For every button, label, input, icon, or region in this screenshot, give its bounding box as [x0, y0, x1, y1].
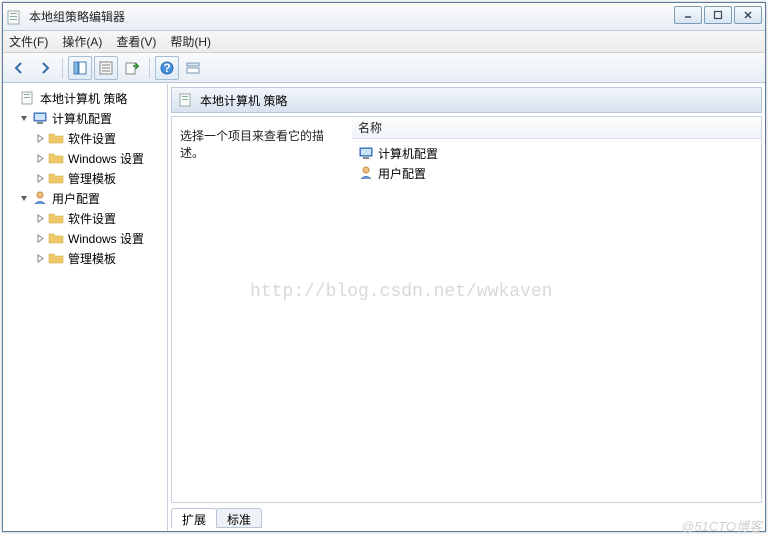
tab-label: 标准: [227, 513, 251, 527]
right-body: 选择一个项目来查看它的描述。 名称 计算机配置 用户配置: [171, 116, 762, 503]
computer-icon: [32, 110, 48, 126]
tree-root-label: 本地计算机 策略: [40, 90, 127, 107]
tree-label: 管理模板: [68, 250, 116, 267]
policy-icon: [20, 90, 36, 106]
minimize-button[interactable]: [674, 6, 702, 24]
description-column: 选择一个项目来查看它的描述。: [172, 117, 352, 502]
filter-button[interactable]: [181, 56, 205, 80]
toolbar-separator: [62, 58, 63, 78]
menubar: 文件(F) 操作(A) 查看(V) 帮助(H): [3, 31, 765, 53]
user-icon: [32, 190, 48, 206]
expand-icon[interactable]: [35, 253, 46, 264]
menu-file[interactable]: 文件(F): [9, 33, 48, 50]
tree-user-config[interactable]: 用户配置: [5, 188, 165, 208]
expand-icon[interactable]: [35, 133, 46, 144]
tree-user-templates[interactable]: 管理模板: [5, 248, 165, 268]
policy-icon: [178, 92, 194, 108]
tree-computer-software[interactable]: 软件设置: [5, 128, 165, 148]
maximize-button[interactable]: [704, 6, 732, 24]
tree-label: 管理模板: [68, 170, 116, 187]
app-icon: [7, 9, 23, 25]
description-prompt: 选择一个项目来查看它的描述。: [180, 129, 324, 160]
show-tree-button[interactable]: [68, 56, 92, 80]
expand-icon[interactable]: [35, 173, 46, 184]
list-item-computer[interactable]: 计算机配置: [354, 143, 759, 163]
folder-icon: [48, 150, 64, 166]
right-pane: 本地计算机 策略 选择一个项目来查看它的描述。 名称 计算机配置: [168, 84, 765, 531]
back-button[interactable]: [7, 56, 31, 80]
folder-icon: [48, 210, 64, 226]
user-icon: [358, 165, 374, 181]
app-window: 本地组策略编辑器 文件(F) 操作(A) 查看(V) 帮助(H) ? 本地计算机…: [2, 2, 766, 532]
list-items: 计算机配置 用户配置: [352, 139, 761, 187]
list-item-label: 用户配置: [378, 165, 426, 182]
export-button[interactable]: [120, 56, 144, 80]
computer-icon: [358, 145, 374, 161]
tree-pane[interactable]: 本地计算机 策略 计算机配置 软件设置 Windows 设置 管理模板: [3, 84, 168, 531]
right-header: 本地计算机 策略: [171, 87, 762, 113]
folder-icon: [48, 230, 64, 246]
svg-text:?: ?: [163, 61, 170, 75]
help-button[interactable]: ?: [155, 56, 179, 80]
tree-user-windows[interactable]: Windows 设置: [5, 228, 165, 248]
titlebar: 本地组策略编辑器: [3, 3, 765, 31]
expand-icon[interactable]: [35, 153, 46, 164]
collapse-icon[interactable]: [19, 193, 30, 204]
content-area: 本地计算机 策略 计算机配置 软件设置 Windows 设置 管理模板: [3, 83, 765, 531]
list-item-user[interactable]: 用户配置: [354, 163, 759, 183]
tree-label: Windows 设置: [68, 150, 144, 167]
forward-button[interactable]: [33, 56, 57, 80]
folder-icon: [48, 250, 64, 266]
blank-expander: [7, 93, 18, 104]
toolbar: ?: [3, 53, 765, 83]
tree-label: Windows 设置: [68, 230, 144, 247]
folder-icon: [48, 170, 64, 186]
close-button[interactable]: [734, 6, 762, 24]
tree-user-software[interactable]: 软件设置: [5, 208, 165, 228]
tab-extended[interactable]: 扩展: [171, 508, 217, 528]
tab-label: 扩展: [182, 513, 206, 527]
expand-icon[interactable]: [35, 213, 46, 224]
menu-view[interactable]: 查看(V): [116, 33, 156, 50]
expand-icon[interactable]: [35, 233, 46, 244]
toolbar-separator: [149, 58, 150, 78]
column-header-label: 名称: [358, 119, 382, 136]
window-title: 本地组策略编辑器: [29, 8, 761, 25]
tree-computer-windows[interactable]: Windows 设置: [5, 148, 165, 168]
tree-label: 软件设置: [68, 210, 116, 227]
list-column: 名称 计算机配置 用户配置: [352, 117, 761, 502]
menu-action[interactable]: 操作(A): [62, 33, 102, 50]
menu-help[interactable]: 帮助(H): [170, 33, 211, 50]
tree-root[interactable]: 本地计算机 策略: [5, 88, 165, 108]
tree-label: 计算机配置: [52, 110, 112, 127]
tree-computer-config[interactable]: 计算机配置: [5, 108, 165, 128]
tab-standard[interactable]: 标准: [216, 508, 262, 528]
tree-label: 软件设置: [68, 130, 116, 147]
tab-strip: 扩展 标准: [171, 506, 762, 528]
collapse-icon[interactable]: [19, 113, 30, 124]
column-header-name[interactable]: 名称: [352, 117, 761, 139]
folder-icon: [48, 130, 64, 146]
tree-computer-templates[interactable]: 管理模板: [5, 168, 165, 188]
properties-button[interactable]: [94, 56, 118, 80]
right-title: 本地计算机 策略: [200, 92, 287, 109]
list-item-label: 计算机配置: [378, 145, 438, 162]
window-controls: [674, 6, 762, 24]
tree-label: 用户配置: [52, 190, 100, 207]
